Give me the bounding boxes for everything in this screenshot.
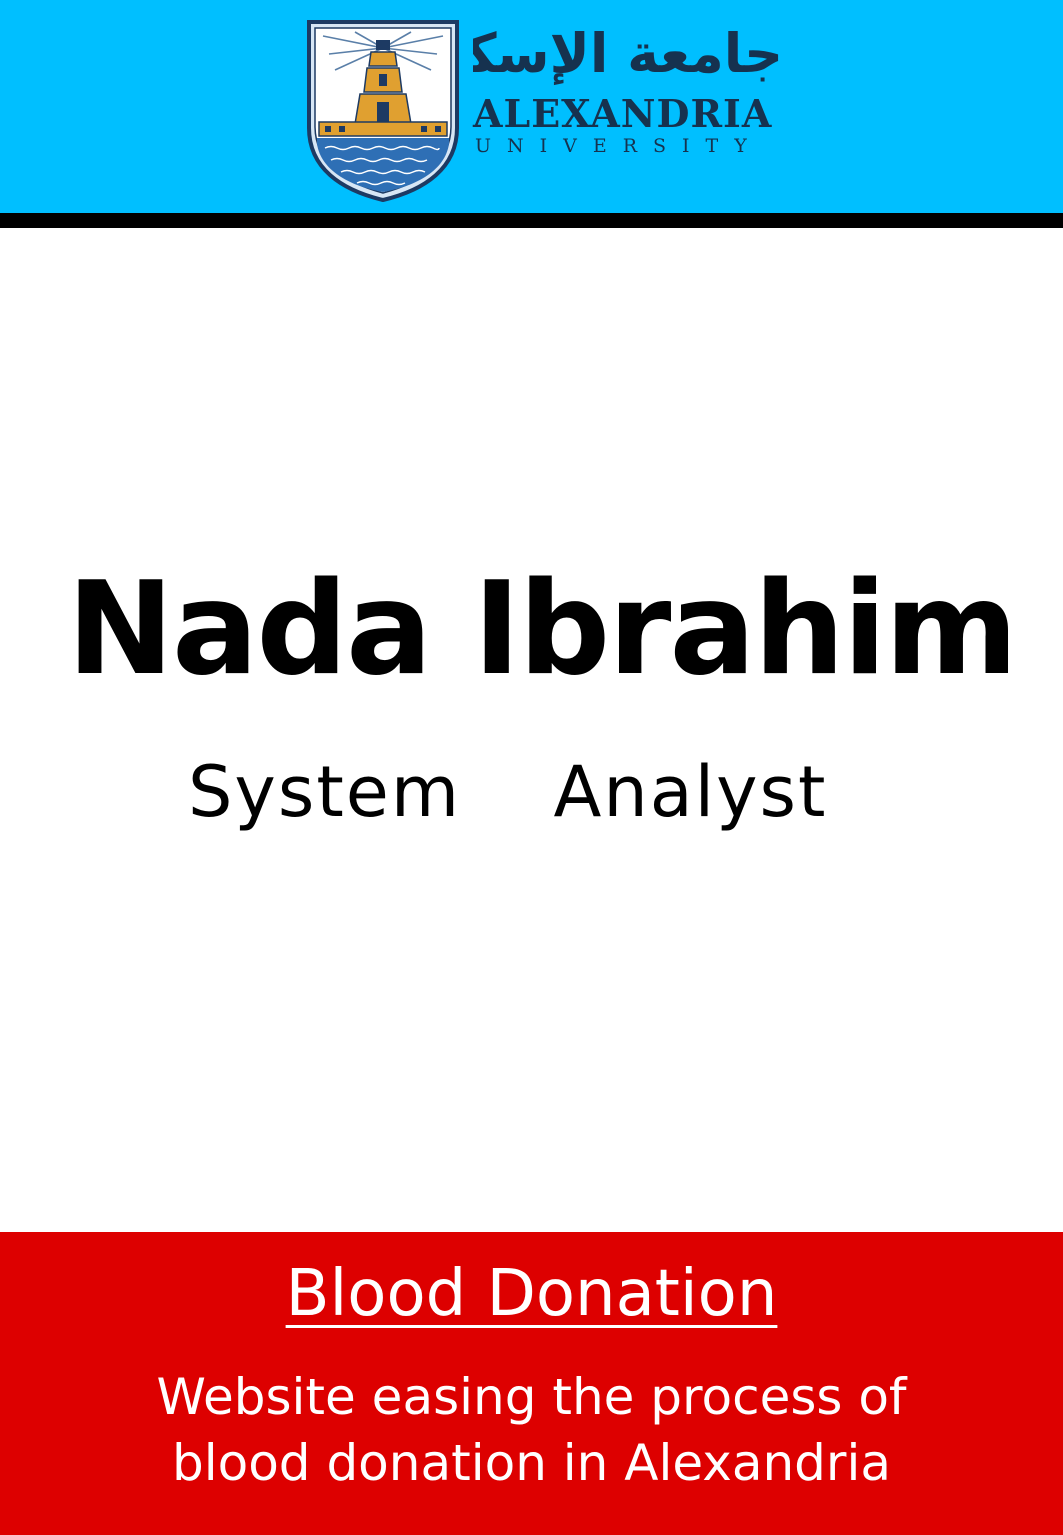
university-logo: جامعة الإسكندرية ALEXANDRIA UNIVERSITY	[305, 18, 785, 203]
project-title-text: Blood Donation	[285, 1257, 778, 1331]
project-description-line-1: Website easing the process of	[156, 1368, 907, 1426]
logo-university-name: ALEXANDRIA	[473, 91, 773, 136]
footer-banner: Blood Donation Website easing the proces…	[0, 1232, 1063, 1535]
logo-arabic-name: جامعة الإسكندرية	[473, 22, 783, 85]
header-divider	[0, 213, 1063, 228]
header-banner: جامعة الإسكندرية ALEXANDRIA UNIVERSITY	[0, 0, 1063, 213]
project-description-line-2: blood donation in Alexandria	[172, 1434, 891, 1492]
project-description: Website easing the process of blood dona…	[0, 1364, 1063, 1496]
person-role: System Analyst	[188, 751, 828, 833]
project-title: Blood Donation	[0, 1252, 1063, 1336]
person-name: Nada Ibrahim	[66, 555, 1018, 704]
logo-university-subtitle: UNIVERSITY	[475, 135, 763, 157]
lighthouse-shield-icon	[307, 20, 459, 203]
